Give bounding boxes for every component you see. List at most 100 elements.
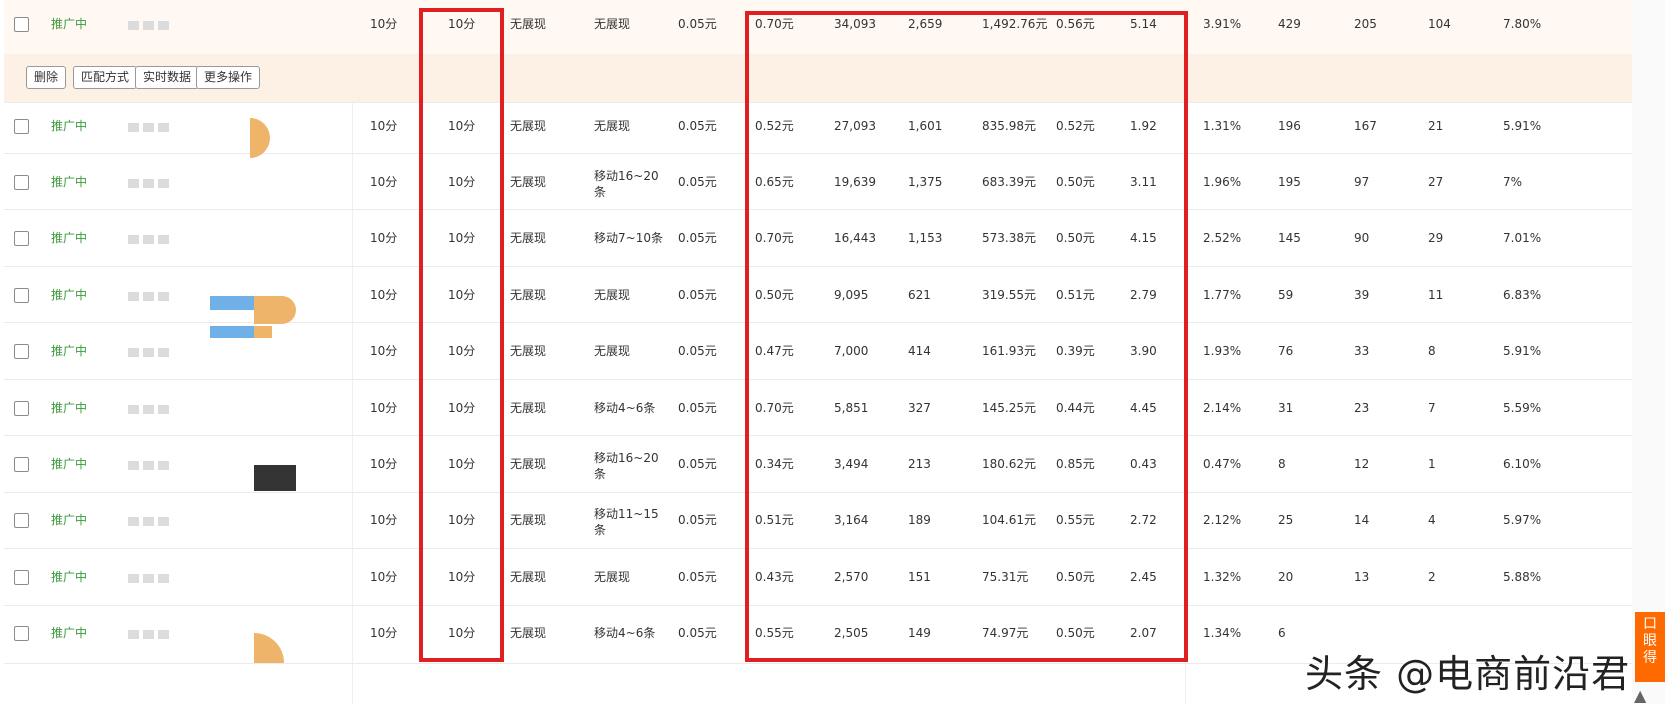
cell-cpc: 0.85元 xyxy=(1056,457,1095,471)
redacted-area xyxy=(254,296,296,324)
cell-bid[interactable]: 0.05元 xyxy=(678,569,717,585)
cell-ctr: 1.77% xyxy=(1203,288,1242,302)
more-button[interactable]: 更多操作 xyxy=(196,66,261,89)
cell-bid[interactable]: 0.05元 xyxy=(678,174,717,190)
row-checkbox[interactable] xyxy=(14,119,29,134)
status-text[interactable]: 推广中 xyxy=(51,625,87,641)
cell-ctr: 2.52% xyxy=(1203,231,1242,245)
cell-rate: 6.10% xyxy=(1503,457,1542,471)
cell-bid[interactable]: 0.05元 xyxy=(678,400,717,416)
status-text[interactable]: 推广中 xyxy=(51,456,87,472)
cell-cost: 180.62元 xyxy=(982,457,1036,471)
cell-avg-cpc: 0.52元 xyxy=(755,119,794,133)
cell-count-a: 20 xyxy=(1278,570,1294,584)
cell-quality-score: 10分 xyxy=(448,17,476,31)
scroll-to-top-icon[interactable]: ▲ xyxy=(1634,686,1646,705)
cell-ctr: 2.14% xyxy=(1203,401,1242,415)
row-checkbox[interactable] xyxy=(14,401,29,416)
table-row[interactable] xyxy=(4,104,1632,154)
table-row[interactable] xyxy=(4,154,1632,210)
table-row-selected[interactable] xyxy=(4,0,1632,54)
cell-mobile-rank: 移动11~15条 xyxy=(594,507,659,537)
cell-cpc: 0.50元 xyxy=(1056,175,1095,189)
cell-rate: 5.91% xyxy=(1503,119,1542,133)
cell-bid[interactable]: 0.05元 xyxy=(678,456,717,472)
keyword-name-blurred xyxy=(128,572,173,583)
cell-impressions: 3,494 xyxy=(834,457,869,471)
status-text[interactable]: 推广中 xyxy=(51,512,87,528)
cell-pc-rank: 无展现 xyxy=(510,288,547,302)
cell-cost: 145.25元 xyxy=(982,401,1036,415)
keyword-name-blurred xyxy=(128,19,173,30)
status-text[interactable]: 推广中 xyxy=(51,16,87,32)
cell-time: 10分 xyxy=(370,231,398,245)
cell-impressions: 27,093 xyxy=(834,119,876,133)
keyword-name-blurred xyxy=(128,459,173,470)
status-text[interactable]: 推广中 xyxy=(51,287,87,303)
cell-time: 10分 xyxy=(370,513,398,527)
cell-clicks: 213 xyxy=(908,457,931,471)
status-text[interactable]: 推广中 xyxy=(51,174,87,190)
cell-count-a: 25 xyxy=(1278,513,1294,527)
table-row[interactable] xyxy=(4,436,1632,493)
cell-rate: 5.91% xyxy=(1503,344,1542,358)
cell-time: 10分 xyxy=(370,344,398,358)
cell-rate: 7.01% xyxy=(1503,231,1542,245)
row-checkbox[interactable] xyxy=(14,17,29,32)
cell-bid[interactable]: 0.05元 xyxy=(678,118,717,134)
cell-clicks: 1,601 xyxy=(908,119,943,133)
cell-quality-score: 10分 xyxy=(448,288,476,302)
row-checkbox[interactable] xyxy=(14,288,29,303)
match-button[interactable]: 匹配方式 xyxy=(73,66,138,89)
cell-count-a: 8 xyxy=(1278,457,1286,471)
status-text[interactable]: 推广中 xyxy=(51,230,87,246)
table-row[interactable] xyxy=(4,493,1632,549)
cell-bid[interactable]: 0.05元 xyxy=(678,625,717,641)
cell-clicks: 327 xyxy=(908,401,931,415)
cell-cost: 75.31元 xyxy=(982,570,1029,584)
cell-bid[interactable]: 0.05元 xyxy=(678,230,717,246)
table-row[interactable] xyxy=(4,210,1632,267)
table-row[interactable] xyxy=(4,549,1632,606)
row-checkbox[interactable] xyxy=(14,570,29,585)
cell-bid[interactable]: 0.05元 xyxy=(678,512,717,528)
row-checkbox[interactable] xyxy=(14,344,29,359)
delete-button[interactable]: 删除 xyxy=(26,66,67,89)
status-text[interactable]: 推广中 xyxy=(51,118,87,134)
cell-rate: 7% xyxy=(1503,175,1523,189)
cell-mobile-rank: 移动7~10条 xyxy=(594,231,663,245)
cell-count-a: 76 xyxy=(1278,344,1294,358)
cell-bid[interactable]: 0.05元 xyxy=(678,343,717,359)
status-text[interactable]: 推广中 xyxy=(51,400,87,416)
cell-roi: 2.79 xyxy=(1130,288,1157,302)
row-checkbox[interactable] xyxy=(14,231,29,246)
cell-bid[interactable]: 0.05元 xyxy=(678,16,717,32)
table-row[interactable] xyxy=(4,380,1632,436)
cell-count-b: 205 xyxy=(1354,17,1377,31)
cell-impressions: 7,000 xyxy=(834,344,869,358)
cell-impressions: 2,570 xyxy=(834,570,869,584)
cell-count-c: 104 xyxy=(1428,17,1451,31)
status-text[interactable]: 推广中 xyxy=(51,569,87,585)
cell-roi: 3.90 xyxy=(1130,344,1157,358)
feedback-side-tab[interactable]: 口 眼 得 xyxy=(1635,612,1665,682)
row-checkbox[interactable] xyxy=(14,513,29,528)
cell-cpc: 0.50元 xyxy=(1056,570,1095,584)
table-row[interactable] xyxy=(4,267,1632,323)
scrollbar-track[interactable] xyxy=(1632,0,1665,704)
cell-cost: 1,492.76元 xyxy=(982,17,1048,31)
row-checkbox[interactable] xyxy=(14,626,29,641)
cell-pc-rank: 无展现 xyxy=(510,513,547,527)
row-checkbox[interactable] xyxy=(14,175,29,190)
cell-quality-score: 10分 xyxy=(448,119,476,133)
cell-cpc: 0.55元 xyxy=(1056,513,1095,527)
cell-cpc: 0.39元 xyxy=(1056,344,1095,358)
realtime-button[interactable]: 实时数据 xyxy=(135,66,200,89)
keyword-name-blurred xyxy=(128,177,173,188)
cell-mobile-rank: 无展现 xyxy=(594,119,631,133)
cell-bid[interactable]: 0.05元 xyxy=(678,287,717,303)
cell-mobile-rank: 无展现 xyxy=(594,288,631,302)
status-text[interactable]: 推广中 xyxy=(51,343,87,359)
cell-count-a: 6 xyxy=(1278,626,1286,640)
row-checkbox[interactable] xyxy=(14,457,29,472)
